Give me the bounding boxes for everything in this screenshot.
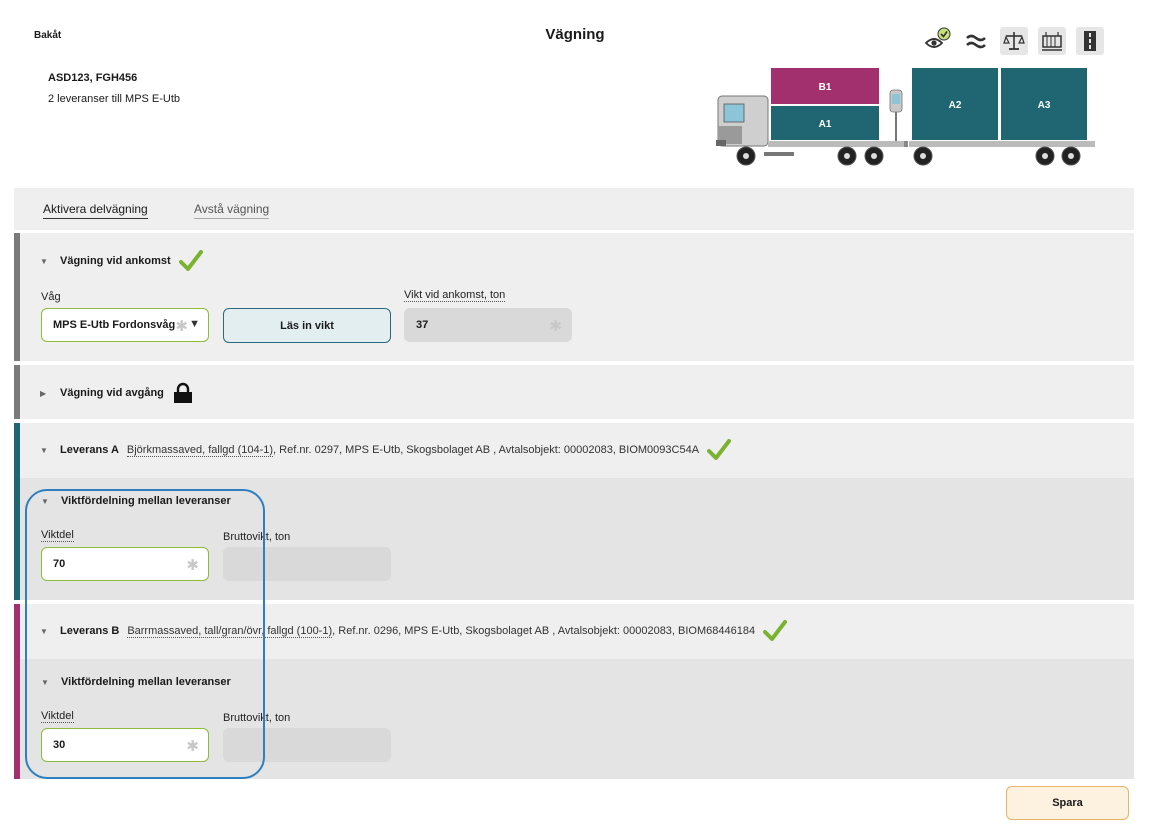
read-weight-button[interactable]: Läs in vikt: [223, 308, 391, 343]
tab-skip-weighing[interactable]: Avstå vägning: [194, 202, 270, 219]
delivery-b-share-value: 30: [53, 739, 66, 751]
gross-weight-label: Bruttovikt, ton: [223, 531, 291, 543]
collapse-arrow-icon: ▼: [40, 256, 48, 266]
delivery-a-details: , Ref.nr. 0297, MPS E-Utb, Skogsbolaget …: [273, 444, 700, 456]
scale-icon[interactable]: [1000, 27, 1028, 55]
vehicle-id: ASD123, FGH456: [48, 72, 138, 84]
delivery-a-assortment: Björkmassaved, fallgd (104-1): [126, 444, 274, 457]
lock-icon: [173, 382, 192, 403]
collapse-arrow-icon: ▼: [40, 445, 48, 455]
vehicle-subtitle: 2 leveranser till MPS E-Utb: [48, 93, 181, 105]
collapse-arrow-icon: ▼: [41, 677, 49, 687]
scale-label: Våg: [41, 291, 61, 303]
delivery-b-details: , Ref.nr. 0296, MPS E-Utb, Skogsbolaget …: [332, 625, 756, 637]
share-label: Viktdel: [41, 710, 74, 723]
arrival-weighing-header[interactable]: ▼ Vägning vid ankomst: [40, 250, 203, 272]
load-a1-label: A1: [819, 119, 832, 130]
approx-icon[interactable]: [962, 27, 990, 55]
weight-split-header[interactable]: ▼ Viktfördelning mellan leveranser: [41, 676, 231, 688]
road-icon[interactable]: [1076, 27, 1104, 55]
check-icon: [178, 250, 203, 271]
delivery-a-header[interactable]: ▼ Leverans A Björkmassaved, fallgd (104-…: [40, 439, 732, 461]
arrival-weight-value: 37: [416, 319, 429, 331]
scale-select[interactable]: MPS E-Utb Fordonsvåg ✱ ▼: [41, 308, 209, 342]
truck-illustration: B1 A1 A2 A3: [714, 66, 1099, 173]
delivery-b-section: ▼ Leverans B Barrmassaved, tall/gran/övr…: [14, 604, 1134, 779]
delivery-b-assortment: Barrmassaved, tall/gran/övr, fallgd (100…: [127, 625, 333, 638]
share-label: Viktdel: [41, 529, 74, 542]
departure-weighing-header[interactable]: ▶ Vägning vid avgång: [40, 382, 194, 404]
delivery-a-stripe: [14, 423, 20, 600]
departure-weighing-heading: Vägning vid avgång: [60, 387, 164, 399]
save-button[interactable]: Spara: [1006, 786, 1129, 820]
check-icon: [763, 620, 788, 641]
delivery-a-gross-weight-field[interactable]: [223, 547, 391, 581]
section-stripe: [14, 233, 20, 361]
load-a2-label: A2: [949, 100, 962, 111]
arrival-weight-label: Vikt vid ankomst, ton: [404, 289, 506, 302]
tab-activate-partial-weighing[interactable]: Aktivera delvägning: [43, 202, 148, 219]
toolbar: [924, 27, 1104, 55]
arrival-weighing-heading: Vägning vid ankomst: [60, 255, 171, 267]
delivery-b-share-input[interactable]: 30 ✱: [41, 728, 209, 762]
departure-weighing-section: ▶ Vägning vid avgång: [14, 365, 1134, 419]
weight-split-heading: Viktfördelning mellan leveranser: [61, 676, 231, 688]
weight-split-heading: Viktfördelning mellan leveranser: [61, 495, 231, 507]
eye-check-icon[interactable]: [924, 27, 952, 55]
delivery-b-header[interactable]: ▼ Leverans B Barrmassaved, tall/gran/övr…: [40, 620, 788, 642]
load-a3-label: A3: [1038, 100, 1051, 111]
delivery-a-label: Leverans A: [60, 444, 119, 456]
check-icon: [707, 439, 732, 460]
required-icon: ✱: [549, 318, 562, 335]
delivery-a-description: Björkmassaved, fallgd (104-1), Ref.nr. 0…: [126, 444, 700, 457]
delivery-a-weight-split: ▼ Viktfördelning mellan leveranser Viktd…: [20, 478, 1134, 600]
section-stripe: [14, 365, 20, 419]
share-label-text: Viktdel: [41, 529, 74, 542]
delivery-b-weight-split: ▼ Viktfördelning mellan leveranser Viktd…: [20, 659, 1134, 779]
load-b1-label: B1: [819, 82, 832, 93]
delivery-a-share-value: 70: [53, 558, 66, 570]
delivery-b-gross-weight-field[interactable]: [223, 728, 391, 762]
arrival-weighing-section: ▼ Vägning vid ankomst Våg MPS E-Utb Ford…: [14, 233, 1134, 361]
collapse-arrow-icon: ▼: [40, 626, 48, 636]
share-label-text: Viktdel: [41, 710, 74, 723]
delivery-a-share-input[interactable]: 70 ✱: [41, 547, 209, 581]
required-icon: ✱: [186, 557, 199, 574]
tabs-bar: Aktivera delvägning Avstå vägning: [14, 188, 1134, 230]
delivery-b-label: Leverans B: [60, 625, 120, 637]
delivery-b-stripe: [14, 604, 20, 779]
delivery-b-description: Barrmassaved, tall/gran/övr, fallgd (100…: [127, 625, 756, 638]
chevron-down-icon: ▼: [189, 318, 200, 330]
expand-arrow-icon: ▶: [40, 388, 47, 398]
gross-weight-label: Bruttovikt, ton: [223, 712, 291, 724]
required-icon: ✱: [186, 738, 199, 755]
required-icon: ✱: [175, 318, 188, 335]
arrival-weight-field[interactable]: 37 ✱: [404, 308, 572, 342]
container-icon[interactable]: [1038, 27, 1066, 55]
scale-select-value: MPS E-Utb Fordonsvåg: [53, 319, 176, 331]
arrival-weight-label-text: Vikt vid ankomst, ton: [404, 289, 506, 302]
collapse-arrow-icon: ▼: [41, 496, 49, 506]
weight-split-header[interactable]: ▼ Viktfördelning mellan leveranser: [41, 495, 231, 507]
delivery-a-section: ▼ Leverans A Björkmassaved, fallgd (104-…: [14, 423, 1134, 600]
